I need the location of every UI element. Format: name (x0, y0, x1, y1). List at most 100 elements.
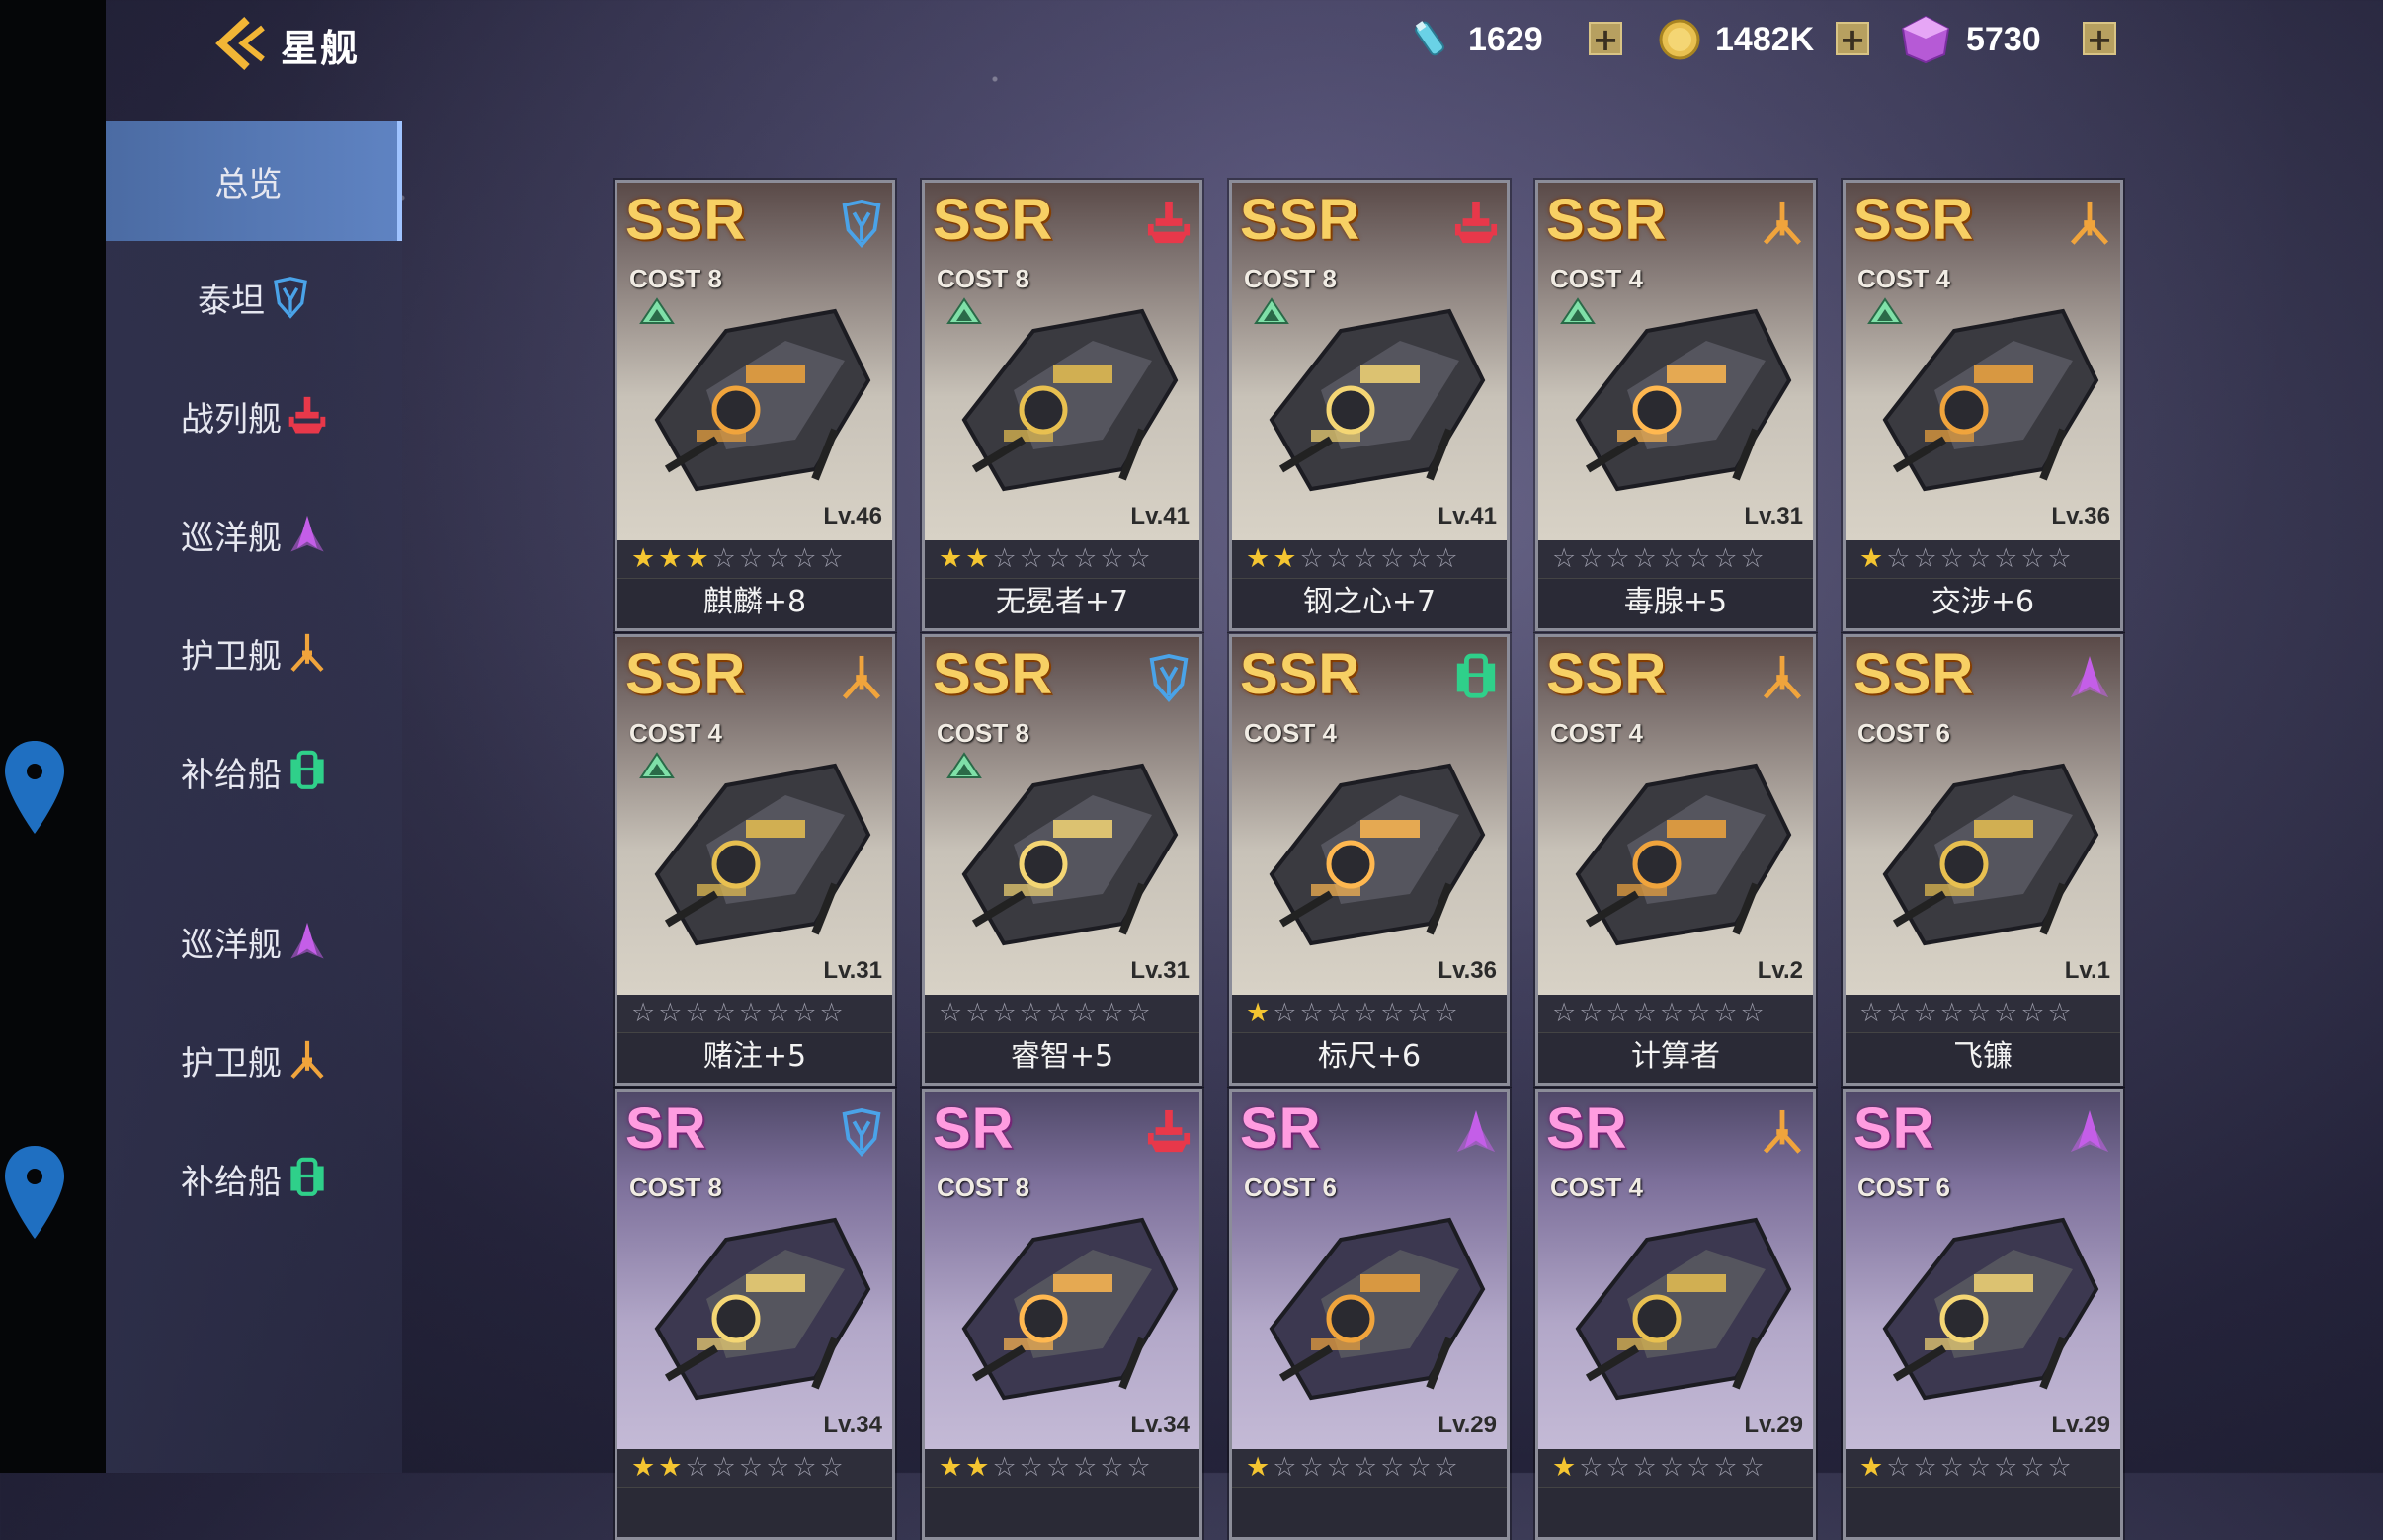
level-label: Lv.34 (1130, 1412, 1190, 1438)
left-edge-bar (0, 0, 106, 1473)
sidebar-item[interactable]: 战列舰 (106, 375, 402, 456)
supply-class-icon (1456, 653, 1496, 698)
ship-art: SSR COST 4 Lv.2 (1538, 637, 1813, 995)
rating-star-icon: ☆ (1434, 543, 1458, 574)
sidebar-item-label: 补给船 (181, 755, 282, 795)
rating-star-icon: ☆ (1632, 998, 1657, 1028)
ship-card[interactable]: SSR COST 4 Lv.31 ☆ ☆ ☆ ☆ ☆ ☆ ☆ ☆ 赌注+5 (615, 634, 895, 1086)
ship-card[interactable]: SSR COST 4 Lv.36 ★ ☆ ☆ ☆ ☆ ☆ ☆ ☆ 交涉+6 (1843, 180, 2123, 631)
back-chevron-icon[interactable] (207, 16, 267, 71)
sidebar-item[interactable]: 护卫舰 (106, 612, 402, 693)
rating-star-icon: ☆ (1740, 1452, 1765, 1483)
ship-card[interactable]: SR COST 8 Lv.34 ★ ★ ☆ ☆ ☆ ☆ ☆ ☆ (615, 1089, 895, 1540)
sidebar-item[interactable]: 护卫舰 (106, 1019, 402, 1100)
rating-star-icon: ★ (631, 543, 656, 574)
map-pin-icon[interactable] (2, 1144, 67, 1243)
rating-star-icon: ☆ (658, 998, 683, 1028)
level-label: Lv.41 (1130, 503, 1190, 529)
ship-card[interactable]: SSR COST 8 Lv.31 ☆ ☆ ☆ ☆ ☆ ☆ ☆ ☆ 睿智+5 (922, 634, 1202, 1086)
ship-card[interactable]: SSR COST 4 Lv.31 ☆ ☆ ☆ ☆ ☆ ☆ ☆ ☆ 毒腺+5 (1535, 180, 1816, 631)
ship-card[interactable]: SSR COST 4 Lv.2 ☆ ☆ ☆ ☆ ☆ ☆ ☆ ☆ 计算者 (1535, 634, 1816, 1086)
star-rating: ★ ☆ ☆ ☆ ☆ ☆ ☆ ☆ (1538, 1449, 1813, 1487)
ship-card[interactable]: SR COST 6 Lv.29 ★ ☆ ☆ ☆ ☆ ☆ ☆ ☆ (1229, 1089, 1510, 1540)
ship-card[interactable]: SSR COST 8 Lv.41 ★ ★ ☆ ☆ ☆ ☆ ☆ ☆ 钢之心+7 (1229, 180, 1510, 631)
cruiser-class-icon (1456, 1109, 1496, 1153)
sidebar-item[interactable]: 补给船 (106, 1138, 402, 1219)
sidebar-item[interactable]: 补给船 (106, 731, 402, 812)
rarity-badge: SSR (1853, 188, 1975, 252)
sidebar-item[interactable]: 泰坦 (106, 257, 402, 338)
level-label: Lv.41 (1438, 503, 1497, 529)
add-gold-button[interactable]: + (1836, 22, 1869, 55)
rating-star-icon: ☆ (1045, 1452, 1071, 1483)
resource-fuel: 1629 (1411, 14, 1543, 65)
rating-star-icon: ★ (685, 543, 709, 574)
rating-star-icon: ☆ (965, 998, 990, 1028)
battleship-icon (288, 396, 326, 434)
level-label: Lv.29 (2051, 1412, 2110, 1438)
rating-star-icon: ☆ (1659, 543, 1685, 574)
ship-name: 钢之心+7 (1232, 578, 1507, 628)
rating-star-icon: ★ (1246, 998, 1271, 1028)
sidebar-item[interactable]: 巡洋舰 (106, 901, 402, 982)
ship-art: SR COST 6 Lv.29 (1846, 1092, 2120, 1449)
ship-card[interactable]: SSR COST 6 Lv.1 ☆ ☆ ☆ ☆ ☆ ☆ ☆ ☆ 飞镰 (1843, 634, 2123, 1086)
rating-star-icon: ☆ (1886, 1452, 1911, 1483)
rating-star-icon: ☆ (766, 998, 790, 1028)
ship-card[interactable]: SSR COST 8 Lv.41 ★ ★ ☆ ☆ ☆ ☆ ☆ ☆ 无冕者+7 (922, 180, 1202, 631)
gold-amount: 1482K (1715, 20, 1815, 58)
add-fuel-button[interactable]: + (1589, 22, 1622, 55)
map-pin-icon[interactable] (2, 739, 67, 838)
ship-art: SSR COST 8 Lv.46 (617, 183, 892, 540)
rating-star-icon: ☆ (1407, 1452, 1432, 1483)
rating-star-icon: ☆ (631, 998, 656, 1028)
rating-star-icon: ☆ (1434, 1452, 1458, 1483)
rating-star-icon: ☆ (1353, 543, 1378, 574)
rating-star-icon: ☆ (992, 543, 1017, 574)
ship-model-image (1269, 763, 1486, 946)
rating-star-icon: ☆ (1939, 998, 1964, 1028)
rating-star-icon: ☆ (1886, 998, 1911, 1028)
star-rating: ★ ★ ★ ☆ ☆ ☆ ☆ ☆ (617, 540, 892, 578)
frigate-class-icon (2070, 201, 2109, 245)
rating-star-icon: ★ (658, 1452, 683, 1483)
ship-card[interactable]: SSR COST 4 Lv.36 ★ ☆ ☆ ☆ ☆ ☆ ☆ ☆ 标尺+6 (1229, 634, 1510, 1086)
ship-card[interactable]: SR COST 4 Lv.29 ★ ☆ ☆ ☆ ☆ ☆ ☆ ☆ (1535, 1089, 1816, 1540)
upgrade-arrow-icon (1254, 297, 1289, 324)
rarity-badge: SSR (625, 642, 747, 706)
sidebar-item[interactable]: 巡洋舰 (106, 494, 402, 575)
rating-star-icon: ☆ (711, 1452, 736, 1483)
rating-star-icon: ☆ (1659, 998, 1685, 1028)
rating-star-icon: ☆ (1380, 1452, 1405, 1483)
titan-class-icon (842, 199, 881, 248)
ship-card[interactable]: SR COST 6 Lv.29 ★ ☆ ☆ ☆ ☆ ☆ ☆ ☆ (1843, 1089, 2123, 1540)
rating-star-icon: ☆ (1100, 1452, 1124, 1483)
rating-star-icon: ☆ (1019, 543, 1043, 574)
rating-star-icon: ☆ (1740, 998, 1765, 1028)
ship-name: 麒麟+8 (617, 578, 892, 628)
gold-coin-icon (1659, 19, 1700, 60)
rating-star-icon: ☆ (819, 998, 844, 1028)
ship-model-image (1882, 1217, 2099, 1401)
rarity-badge: SSR (1546, 642, 1668, 706)
sidebar-item-label: 护卫舰 (181, 1043, 282, 1084)
ship-art: SSR COST 8 Lv.41 (1232, 183, 1507, 540)
cost-label: COST 4 (629, 718, 722, 748)
rating-star-icon: ☆ (1353, 1452, 1378, 1483)
level-label: Lv.31 (1130, 957, 1190, 984)
rating-star-icon: ★ (939, 1452, 963, 1483)
ship-card[interactable]: SR COST 8 Lv.34 ★ ★ ☆ ☆ ☆ ☆ ☆ ☆ (922, 1089, 1202, 1540)
cost-label: COST 6 (1857, 1173, 1950, 1202)
ship-art: SSR COST 8 Lv.41 (925, 183, 1199, 540)
titan-class-icon (842, 1107, 881, 1157)
rating-star-icon: ☆ (1380, 998, 1405, 1028)
ship-name (925, 1487, 1199, 1537)
ship-name: 飞镰 (1846, 1032, 2120, 1083)
sidebar-item[interactable]: 总览 (106, 121, 402, 241)
add-crystal-button[interactable]: + (2083, 22, 2116, 55)
cruiser-icon (290, 515, 324, 552)
ship-card[interactable]: SSR COST 8 Lv.46 ★ ★ ★ ☆ ☆ ☆ ☆ ☆ 麒麟+8 (615, 180, 895, 631)
ship-name: 交涉+6 (1846, 578, 2120, 628)
cost-label: COST 4 (1550, 718, 1643, 748)
ship-model-image (1575, 763, 1792, 946)
